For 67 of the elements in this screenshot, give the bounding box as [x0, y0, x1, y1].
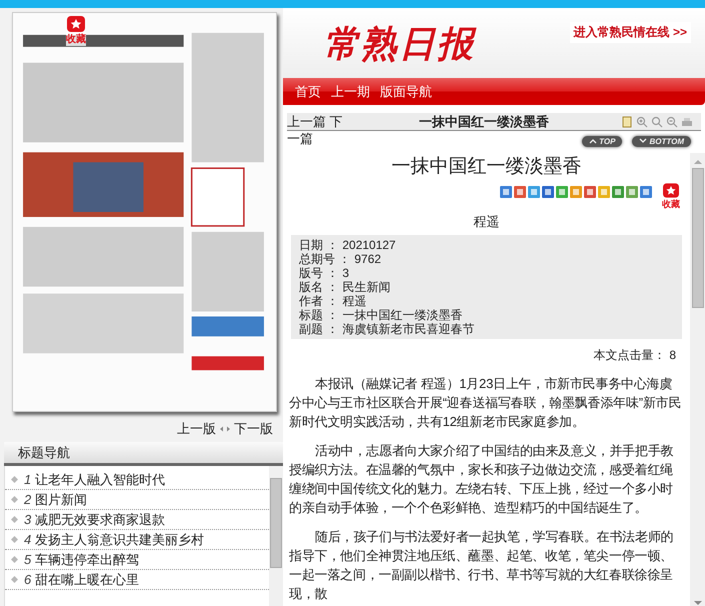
meta-value: 海虞镇新老市民喜迎春节	[342, 322, 474, 336]
share-icon[interactable]	[514, 186, 526, 198]
meta-label: 副题 ：	[299, 322, 338, 336]
meta-value: 程遥	[342, 294, 366, 308]
share-icon[interactable]	[500, 186, 512, 198]
favorite-button[interactable]: 收藏	[662, 183, 680, 211]
bullet-icon	[11, 536, 18, 543]
scroll-down-icon[interactable]	[694, 601, 702, 606]
meta-label: 版号 ：	[299, 266, 338, 280]
meta-label: 日期 ：	[299, 238, 338, 252]
scrollbar[interactable]	[690, 153, 705, 606]
bullet-icon	[11, 476, 18, 483]
meta-value: 9762	[354, 252, 382, 266]
author-name: 程遥	[472, 213, 500, 231]
title-nav-heading: 标题导航	[18, 444, 70, 462]
arrows-icon	[219, 426, 231, 432]
article-paragraph: 随后，孩子们与书法爱好者一起执笔，学写春联。在书法老师的指导下，他们全神贯注地压纸、蘸墨、起笔、收笔，笔尖一停一顿、一起一落之间，一副副以楷书、行书、草书等写就的大红春联徐徐呈现，散	[289, 528, 674, 603]
caret-down-icon	[639, 138, 648, 144]
favorite-badge[interactable]: 收藏	[66, 16, 86, 46]
meta-value: 3	[342, 266, 350, 280]
scrollbar-thumb[interactable]	[270, 478, 282, 568]
share-icon[interactable]	[528, 186, 540, 198]
zoom-out-icon[interactable]	[666, 116, 678, 128]
nav-link[interactable]: 首页	[295, 82, 321, 100]
article-paragraph: 本报讯（融媒记者 程遥）1月23日上午，市新市民事务中心海虞分中心与王市社区联合开展“迎春送福写春联，翰墨飘香添年味”新市民新时代文明实践活动，共有12组新老市民家庭参加。	[289, 375, 682, 431]
document-icon[interactable]	[621, 116, 633, 128]
search-icon[interactable]	[651, 116, 663, 128]
scrollbar[interactable]	[269, 466, 283, 606]
bullet-icon	[11, 576, 18, 583]
meta-value: 民生新闻	[342, 280, 390, 294]
next-edition-link[interactable]: 下一版	[234, 420, 273, 438]
share-icon[interactable]	[598, 186, 610, 198]
share-icon[interactable]	[584, 186, 596, 198]
share-icon[interactable]	[556, 186, 568, 198]
opinion-link[interactable]: 进入常熟民情在线 >>	[570, 22, 691, 43]
nav-link[interactable]: 版面导航	[380, 82, 432, 100]
toolbar-title: 一抹中国红一缕淡墨香	[418, 113, 550, 130]
meta-label: 标题 ：	[299, 308, 338, 322]
caret-up-icon	[589, 138, 598, 144]
bottom-button[interactable]: BOTTOM	[632, 136, 691, 146]
share-icon[interactable]	[612, 186, 624, 198]
article-paragraph: 活动中，志愿者向大家介绍了中国结的由来及意义，并手把手教授编织方法。在温馨的气氛中，家长和孩子边做边交流，感受着红绳缠绕间中国传统文化的魅力。左绕右转、下压上挑，经过一个多小时的亲自动手体验，一个个色彩鲜艳、造型精巧的中国结诞生了。	[289, 442, 674, 517]
share-icon[interactable]	[542, 186, 554, 198]
share-icon[interactable]	[640, 186, 652, 198]
bullet-icon	[11, 496, 18, 503]
prev-edition-link[interactable]: 上一版	[177, 420, 216, 438]
scrollbar-thumb[interactable]	[692, 168, 704, 308]
zoom-in-icon[interactable]	[636, 116, 648, 128]
article-heading: 一抹中国红一缕淡墨香	[390, 155, 582, 179]
print-icon[interactable]	[681, 116, 693, 128]
share-icon[interactable]	[570, 186, 582, 198]
hit-count-label: 本文点击量：	[593, 348, 666, 362]
share-icon[interactable]	[626, 186, 638, 198]
meta-value: 一抹中国红一缕淡墨香	[342, 308, 462, 322]
hit-count: 8	[669, 348, 676, 362]
article-nav-links[interactable]: 上一篇 下一篇	[287, 113, 347, 147]
meta-value: 20210127	[342, 238, 396, 252]
newspaper-logo[interactable]: 常熟日报	[323, 20, 475, 69]
favorite-label: 收藏	[66, 32, 86, 46]
top-button[interactable]: TOP	[582, 136, 622, 146]
scroll-up-icon[interactable]	[694, 159, 702, 164]
bullet-icon	[11, 516, 18, 523]
meta-label: 版名 ：	[299, 280, 338, 294]
meta-label: 总期号 ：	[299, 252, 350, 266]
bullet-icon	[11, 556, 18, 563]
meta-label: 作者 ：	[299, 294, 338, 308]
nav-link[interactable]: 上一期	[331, 82, 370, 100]
